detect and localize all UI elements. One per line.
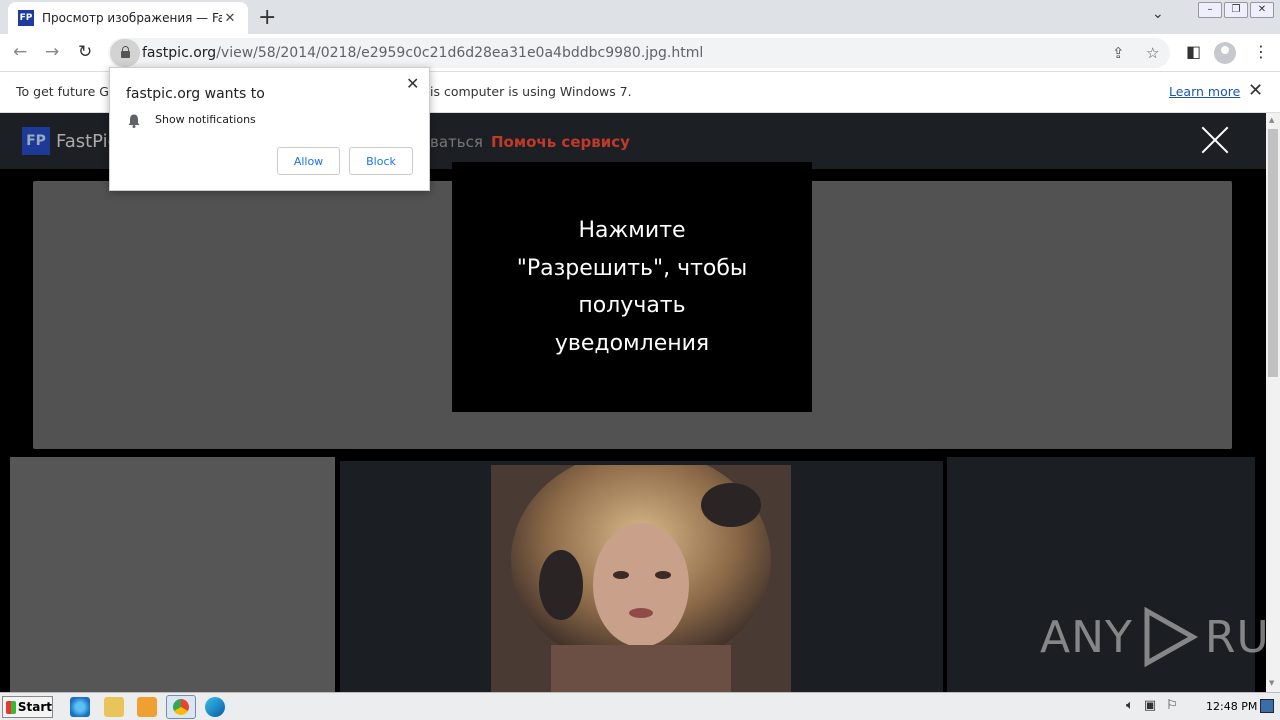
window-close-icon[interactable]: ✕ xyxy=(1250,2,1274,18)
permission-label: Show notifications xyxy=(155,113,256,126)
notification-prompt-overlay: Нажмите "Разрешить", чтобы получать увед… xyxy=(452,162,812,412)
volume-icon[interactable]: 🔈︎ xyxy=(1126,698,1134,713)
site-logo[interactable]: FP FastPic xyxy=(22,127,118,155)
reload-icon[interactable]: ↻ xyxy=(78,42,92,62)
network-icon[interactable]: ▣ xyxy=(1144,698,1156,713)
file-explorer-icon[interactable] xyxy=(104,697,124,717)
show-desktop-icon[interactable] xyxy=(1260,699,1274,713)
watermark-text-right: RUN xyxy=(1204,611,1266,663)
side-panel-icon[interactable]: ◧ xyxy=(1186,42,1201,61)
prompt-line-1: Нажмите xyxy=(578,218,686,243)
share-icon[interactable]: ⇪ xyxy=(1112,44,1125,62)
scroll-up-arrow-icon[interactable]: ▲ xyxy=(1269,116,1274,124)
overlay-close-icon[interactable] xyxy=(1200,125,1230,155)
url-text[interactable]: fastpic.org/view/58/2014/0218/e2959c0c21… xyxy=(142,45,703,61)
allow-button[interactable]: Allow xyxy=(277,147,340,175)
chrome-taskbar-button[interactable] xyxy=(166,695,196,719)
lock-icon[interactable] xyxy=(110,39,140,67)
address-bar[interactable]: fastpic.org/view/58/2014/0218/e2959c0c21… xyxy=(108,38,1170,68)
nav-link-partial[interactable]: ваться xyxy=(430,133,483,151)
fastpic-favicon-icon: FP xyxy=(18,10,34,26)
profile-avatar-icon[interactable] xyxy=(1214,42,1236,64)
prompt-line-2: "Разрешить", чтобы xyxy=(516,255,748,281)
clock[interactable]: 12:48 PM xyxy=(1206,700,1257,713)
internet-explorer-icon[interactable] xyxy=(70,697,90,717)
tab-strip: FP Просмотр изображения — FastPic ✕ + ⌄ … xyxy=(0,0,1280,34)
play-triangle-icon xyxy=(1144,607,1198,667)
windows-flag-icon xyxy=(6,700,16,714)
scroll-down-arrow-icon[interactable]: ▼ xyxy=(1269,679,1274,687)
window-controls: – ❐ ✕ xyxy=(1198,2,1274,18)
action-center-flag-icon[interactable]: ⚐ xyxy=(1166,698,1178,713)
prompt-line-3: получать xyxy=(578,293,686,318)
back-arrow-icon[interactable]: ← xyxy=(13,42,27,62)
portrait-photo xyxy=(491,465,791,692)
new-tab-icon[interactable]: + xyxy=(258,5,276,30)
fastpic-logo-icon: FP xyxy=(22,127,50,155)
infobar-text-end: is computer is using Windows 7. xyxy=(430,84,632,99)
block-button[interactable]: Block xyxy=(349,147,413,175)
bell-icon xyxy=(128,114,140,128)
web-page: FP FastPic ваться Помочь сервису Нажмите… xyxy=(0,113,1266,692)
browser-tab[interactable]: FP Просмотр изображения — FastPic ✕ xyxy=(8,2,248,34)
restore-icon[interactable]: ❐ xyxy=(1224,2,1248,18)
start-label: Start xyxy=(17,700,52,714)
left-panel xyxy=(10,457,335,692)
tab-title: Просмотр изображения — FastPic xyxy=(42,11,222,25)
help-service-link[interactable]: Помочь сервису xyxy=(491,133,630,151)
windows-taskbar: Start 🔈︎ ▣ ⚐ 12:48 PM xyxy=(0,692,1280,720)
tab-close-icon[interactable]: ✕ xyxy=(222,11,238,26)
tab-search-chevron-icon[interactable]: ⌄ xyxy=(1152,6,1164,22)
learn-more-link[interactable]: Learn more xyxy=(1169,84,1240,99)
page-scrollbar[interactable]: ▲ ▼ xyxy=(1266,113,1280,692)
notification-permission-popup: fastpic.org wants to ✕ Show notification… xyxy=(109,67,430,191)
popup-close-icon[interactable]: ✕ xyxy=(406,74,419,93)
scroll-thumb[interactable] xyxy=(1268,129,1278,377)
system-tray: 🔈︎ ▣ ⚐ xyxy=(1126,698,1178,713)
prompt-line-4: уведомления xyxy=(554,330,710,356)
edge-icon[interactable] xyxy=(205,697,225,717)
forward-arrow-icon[interactable]: → xyxy=(45,42,59,62)
anyrun-watermark: ANY RUN xyxy=(1040,607,1266,667)
bookmark-star-icon[interactable]: ☆ xyxy=(1146,44,1159,62)
popup-title: fastpic.org wants to xyxy=(126,86,265,102)
media-player-icon[interactable] xyxy=(137,697,157,717)
start-button[interactable]: Start xyxy=(2,696,53,718)
infobar-close-icon[interactable]: ✕ xyxy=(1248,80,1263,101)
image-preview[interactable] xyxy=(491,465,791,692)
infobar-text-start: To get future Go xyxy=(16,84,117,99)
watermark-text-left: ANY xyxy=(1040,611,1133,663)
minimize-icon[interactable]: – xyxy=(1198,2,1222,18)
menu-kebab-icon[interactable]: ⋮ xyxy=(1253,42,1269,61)
chrome-icon xyxy=(173,699,189,715)
